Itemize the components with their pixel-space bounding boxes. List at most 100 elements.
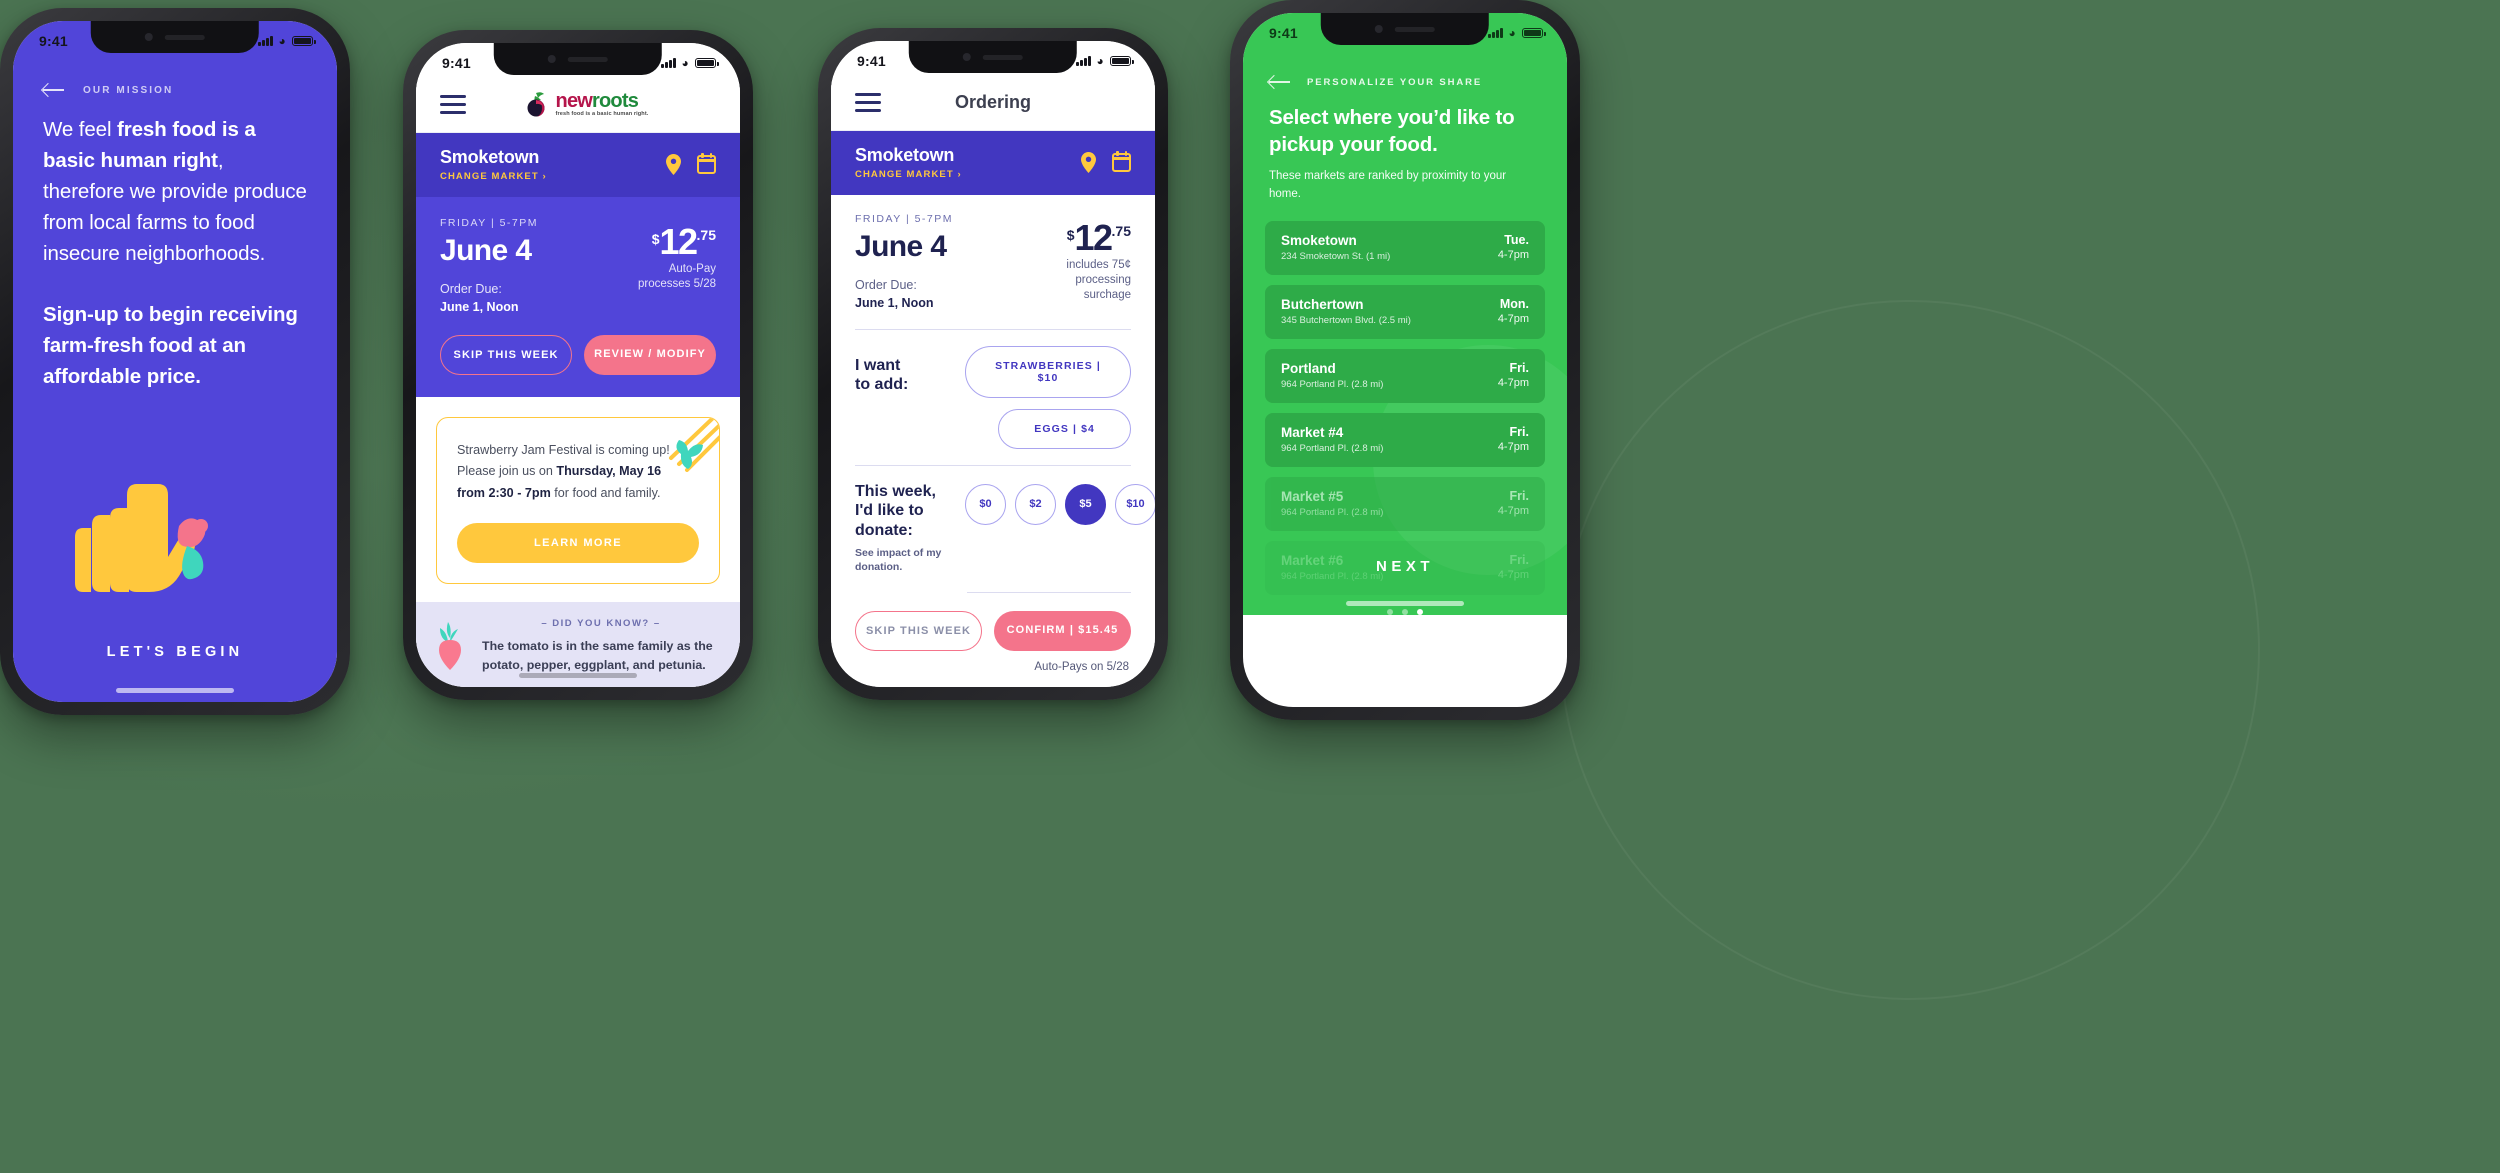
- market-list-item[interactable]: Smoketown 234 Smoketown St. (1 mi) Tue. …: [1265, 220, 1545, 275]
- market-time: 4-7pm: [1497, 249, 1529, 262]
- pager-dot-1[interactable]: [1387, 608, 1393, 615]
- wifi-icon: ◕: [278, 34, 286, 48]
- price-note: includes 75¢ processing surchage: [1066, 259, 1131, 302]
- market-name: Smoketown: [440, 147, 540, 167]
- donate-amount-0[interactable]: $0: [965, 483, 1006, 525]
- market-bar[interactable]: Smoketown CHANGE MARKET ›: [416, 133, 740, 197]
- status-time: 9:41: [857, 53, 886, 69]
- battery-icon: [1522, 28, 1546, 38]
- review-modify-button[interactable]: REVIEW / MODIFY: [584, 334, 716, 375]
- order-due-value: June 1, Noon: [440, 299, 519, 314]
- divider: [855, 328, 1131, 330]
- status-time: 9:41: [442, 55, 471, 71]
- order-actions: SKIP THIS WEEK CONFIRM | $15.45: [831, 611, 1155, 652]
- mission-paragraph-2: Sign-up to begin receiving farm-fresh fo…: [43, 302, 298, 388]
- back-arrow-icon[interactable]: [1269, 75, 1291, 89]
- delivery-day-line: FRIDAY | 5-7PM: [855, 213, 954, 225]
- price-note-line2: processes 5/28: [638, 278, 716, 291]
- markets-nav-label: PERSONALIZE YOUR SHARE: [1307, 76, 1483, 88]
- calendar-icon[interactable]: [1112, 151, 1131, 172]
- radish-icon: [439, 622, 461, 671]
- calendar-icon[interactable]: [697, 153, 716, 174]
- market-name: Market #5: [1281, 488, 1344, 504]
- donate-amount-2[interactable]: $2: [1015, 483, 1056, 525]
- market-day: Fri.: [1509, 425, 1529, 440]
- learn-more-button[interactable]: LEARN MORE: [457, 523, 699, 564]
- price-integer: 12: [1074, 217, 1113, 258]
- market-time: 4-7pm: [1497, 441, 1529, 454]
- battery-icon: [1110, 56, 1134, 66]
- order-due-value: June 1, Noon: [855, 295, 934, 310]
- add-items-section: I want to add: STRAWBERRIES | $10 EGGS |…: [855, 345, 1131, 449]
- add-option-strawberries[interactable]: STRAWBERRIES | $10: [965, 345, 1131, 398]
- donate-sub[interactable]: See impact of my donation.: [855, 546, 951, 574]
- location-pin-icon[interactable]: [1081, 152, 1096, 173]
- add-items-label: I want to add:: [855, 346, 951, 395]
- phone-feed: 9:41 ◕ newroots fresh food is a basic hu…: [403, 30, 753, 700]
- next-button[interactable]: NEXT: [1243, 558, 1567, 575]
- signal-icon: [1488, 28, 1503, 38]
- skip-this-week-button[interactable]: SKIP THIS WEEK: [855, 611, 983, 652]
- change-market-link[interactable]: CHANGE MARKET ›: [855, 169, 962, 180]
- price-decimal: .75: [1111, 223, 1131, 239]
- new-roots-logo[interactable]: newroots fresh food is a basic human rig…: [456, 91, 716, 119]
- delivery-day-line: FRIDAY | 5-7PM: [440, 217, 539, 229]
- market-list-item[interactable]: Portland 964 Portland Pl. (2.8 mi) Fri. …: [1265, 348, 1545, 403]
- market-address: 345 Butchertown Blvd. (2.5 mi): [1281, 314, 1411, 326]
- price-integer: 12: [659, 221, 698, 262]
- camera-icon: [1375, 25, 1383, 33]
- market-bar[interactable]: Smoketown CHANGE MARKET ›: [831, 131, 1155, 195]
- pager: [1243, 608, 1567, 615]
- market-time: 4-7pm: [1497, 377, 1529, 390]
- location-pin-icon[interactable]: [666, 154, 681, 175]
- donate-amount-5[interactable]: $5: [1065, 483, 1106, 525]
- festival-promo-card[interactable]: Strawberry Jam Festival is coming up! Pl…: [436, 416, 720, 585]
- mission-body: We feel fresh food is a basic human righ…: [13, 97, 337, 393]
- markets-header: Select where you’d like to pickup your f…: [1243, 89, 1567, 203]
- mission-paragraph-1: We feel fresh food is a basic human righ…: [43, 115, 307, 270]
- pager-dot-2[interactable]: [1402, 608, 1408, 615]
- price-currency: $: [1066, 227, 1075, 243]
- market-name: Smoketown: [1281, 232, 1357, 248]
- raised-fist-icon: [75, 484, 208, 592]
- markets-subheading: These markets are ranked by proximity to…: [1269, 170, 1507, 200]
- promo-line-2a: Please join us on: [457, 464, 557, 479]
- price-display: $ 12 .75: [638, 217, 716, 262]
- home-indicator: [1346, 600, 1464, 606]
- donate-amount-10[interactable]: $10: [1115, 483, 1155, 525]
- market-name: Market #4: [1281, 424, 1344, 440]
- camera-icon: [145, 33, 153, 41]
- change-market-link[interactable]: CHANGE MARKET ›: [440, 171, 547, 182]
- back-arrow-icon[interactable]: [43, 83, 65, 97]
- market-day: Fri.: [1509, 361, 1529, 376]
- logo-new: new: [555, 90, 593, 113]
- promo-line-2b: Thursday, May 16: [556, 464, 662, 479]
- market-time: 4-7pm: [1497, 505, 1529, 518]
- price-note-line1: Auto-Pay: [668, 263, 716, 276]
- confirm-button[interactable]: CONFIRM | $15.45: [994, 611, 1131, 652]
- market-time: 4-7pm: [1497, 313, 1529, 326]
- pager-dot-3[interactable]: [1417, 608, 1423, 615]
- autopay-note: Auto-Pays on 5/28: [1034, 661, 1129, 674]
- promo-section: Strawberry Jam Festival is coming up! Pl…: [416, 396, 740, 585]
- market-list-item[interactable]: Market #4 964 Portland Pl. (2.8 mi) Fri.…: [1265, 412, 1545, 467]
- add-label-line1: I want: [855, 356, 901, 374]
- delivery-date: June 4: [855, 230, 947, 263]
- skip-this-week-button[interactable]: SKIP THIS WEEK: [440, 334, 573, 375]
- order-due-label: Order Due:: [440, 282, 502, 296]
- price-note: Auto-Pay processes 5/28: [638, 262, 716, 292]
- order-due: Order Due: June 1, Noon: [440, 281, 538, 317]
- phone-markets: 9:41 ◕ PERSONALIZE YOUR SHARE Select whe…: [1230, 0, 1580, 720]
- market-list-item[interactable]: Market #5 964 Portland Pl. (2.8 mi) Fri.…: [1265, 476, 1545, 531]
- phone-notch: [1320, 13, 1490, 45]
- add-label-line2: to add:: [855, 376, 909, 394]
- market-list-item[interactable]: Butchertown 345 Butchertown Blvd. (2.5 m…: [1265, 284, 1545, 339]
- home-indicator: [934, 673, 1052, 678]
- wifi-icon: ◕: [1096, 54, 1104, 68]
- add-option-eggs[interactable]: EGGS | $4: [998, 408, 1131, 449]
- lets-begin-button[interactable]: LET'S BEGIN: [13, 644, 337, 660]
- price-currency: $: [651, 231, 660, 247]
- market-name: Smoketown: [855, 145, 955, 165]
- home-indicator: [116, 688, 234, 693]
- markets-heading: Select where you’d like to pickup your f…: [1269, 106, 1515, 156]
